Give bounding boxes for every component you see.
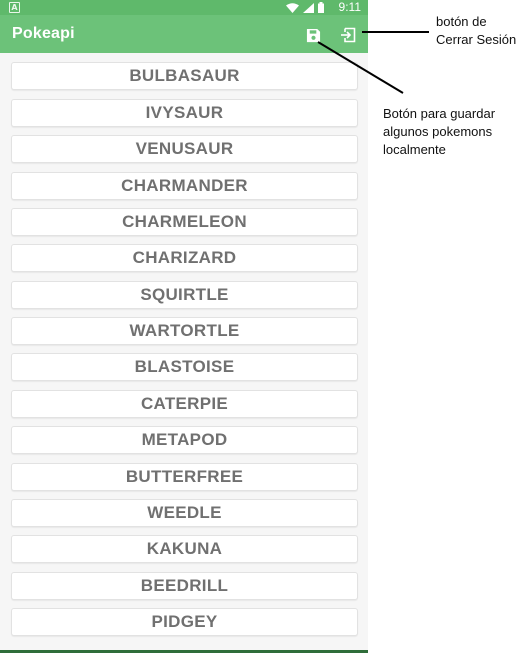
annotation-line: botón de	[436, 14, 487, 29]
annotation-line: algunos pokemons	[383, 124, 493, 139]
annotation-line: Cerrar Sesión	[436, 32, 517, 47]
save-pointer-line	[317, 41, 404, 94]
logout-annotation: botón de Cerrar Sesión	[436, 13, 516, 49]
annotation-lines	[317, 31, 429, 94]
save-annotation: Botón para guardar algunos pokemons loca…	[383, 105, 495, 159]
annotation-line: Botón para guardar	[383, 106, 496, 121]
annotation-line: localmente	[383, 142, 446, 157]
